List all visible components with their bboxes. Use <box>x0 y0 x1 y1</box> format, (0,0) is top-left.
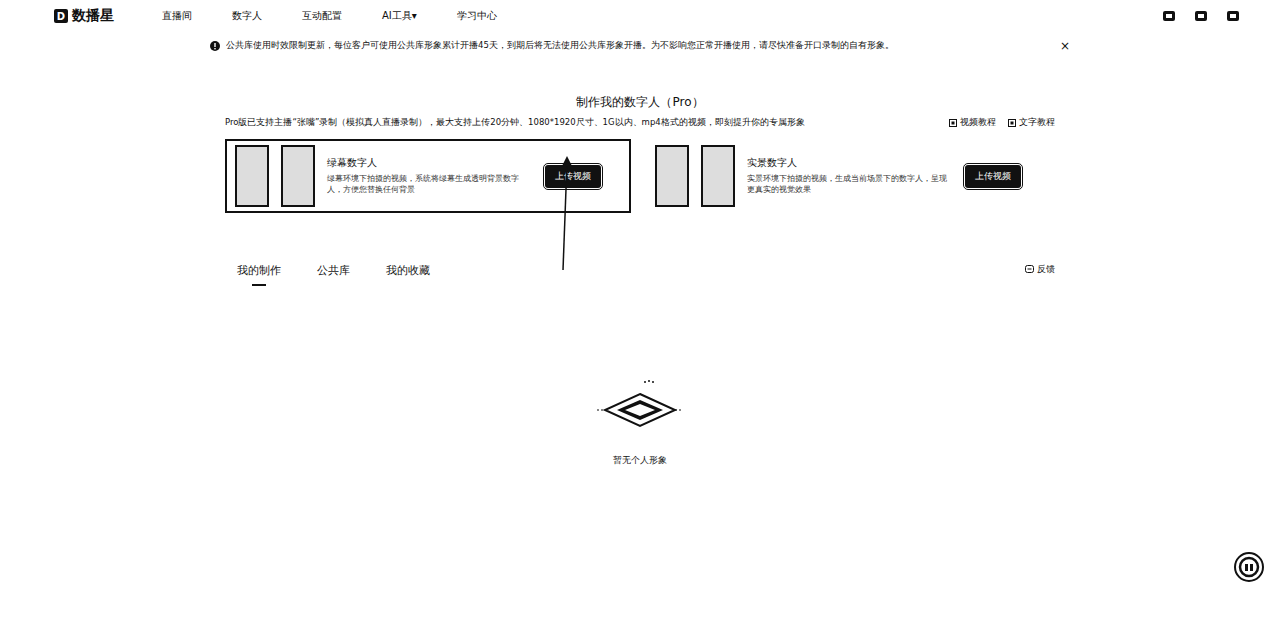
tab[interactable]: 公共库 <box>317 263 350 286</box>
user-icon[interactable] <box>1226 9 1240 23</box>
sample-image <box>235 145 269 207</box>
sample-image <box>281 145 315 207</box>
switch-icon[interactable] <box>1194 9 1208 23</box>
card-text: 绿幕数字人绿幕环境下拍摄的视频，系统将绿幕生成透明背景数字人，方便您替换任何背景 <box>327 156 533 196</box>
feedback-button[interactable]: 反馈 <box>1025 263 1055 276</box>
make-card[interactable]: 实景数字人实景环境下拍摄的视频，生成当前场景下的数字人，呈现更真实的视觉效果上传… <box>645 139 1051 213</box>
card-title: 绿幕数字人 <box>327 156 533 170</box>
tutorial-links: 视频教程文字教程 <box>949 117 1055 129</box>
tutorial-icon <box>949 119 957 127</box>
card-description: 绿幕环境下拍摄的视频，系统将绿幕生成透明背景数字人，方便您替换任何背景 <box>327 174 533 196</box>
tabs: 我的制作 公共库 我的收藏 反馈 <box>225 263 1055 286</box>
top-nav: D 数播星 直播间 数字人 互动配置 AI工具▾ 学习中心 <box>0 0 1280 32</box>
tutorial-icon <box>1008 119 1016 127</box>
feedback-icon <box>1025 265 1034 274</box>
card-text: 实景数字人实景环境下拍摄的视频，生成当前场景下的数字人，呈现更真实的视觉效果 <box>747 156 953 196</box>
page-title: 制作我的数字人（Pro） <box>225 94 1055 111</box>
sample-image <box>655 145 689 207</box>
nav-actions <box>1162 9 1240 23</box>
message-icon[interactable] <box>1162 9 1176 23</box>
annotation-arrow-icon <box>555 156 575 272</box>
tab[interactable]: 我的收藏 <box>386 263 430 286</box>
subtitle-row: Pro版已支持主播“张嘴”录制（模拟真人直播录制），最大支持上传20分钟、108… <box>225 117 1055 129</box>
notice-bar: 公共库使用时效限制更新，每位客户可使用公共库形象累计开播45天，到期后将无法使用… <box>210 36 1070 56</box>
nav-item[interactable]: 数字人 <box>232 9 262 23</box>
info-icon <box>210 41 220 51</box>
sample-image <box>701 145 735 207</box>
notice-text: 公共库使用时效限制更新，每位客户可使用公共库形象累计开播45天，到期后将无法使用… <box>226 40 1054 52</box>
empty-box-icon <box>595 376 685 436</box>
tutorial-link[interactable]: 视频教程 <box>949 117 996 129</box>
help-button[interactable] <box>1234 552 1264 582</box>
nav-item[interactable]: 学习中心 <box>457 9 497 23</box>
upload-button[interactable]: 上传视频 <box>545 165 601 188</box>
nav-item[interactable]: 直播间 <box>162 9 192 23</box>
make-card[interactable]: 绿幕数字人绿幕环境下拍摄的视频，系统将绿幕生成透明背景数字人，方便您替换任何背景… <box>225 139 631 213</box>
make-cards: 绿幕数字人绿幕环境下拍摄的视频，系统将绿幕生成透明背景数字人，方便您替换任何背景… <box>225 139 1055 213</box>
subtitle: Pro版已支持主播“张嘴”录制（模拟真人直播录制），最大支持上传20分钟、108… <box>225 117 949 129</box>
logo-text: 数播星 <box>72 7 114 25</box>
tutorial-link[interactable]: 文字教程 <box>1008 117 1055 129</box>
logo[interactable]: D 数播星 <box>54 7 114 25</box>
nav-item[interactable]: 互动配置 <box>302 9 342 23</box>
page: D 数播星 直播间 数字人 互动配置 AI工具▾ 学习中心公共库使用时效限制更新，每位客户可… <box>0 0 1280 624</box>
headset-icon <box>1234 552 1264 582</box>
upload-button[interactable]: 上传视频 <box>965 165 1021 188</box>
card-title: 实景数字人 <box>747 156 953 170</box>
empty-state: 暂无个人形象 <box>225 376 1055 467</box>
close-button[interactable]: × <box>1060 39 1070 53</box>
logo-mark: D <box>54 9 68 23</box>
main: 制作我的数字人（Pro） Pro版已支持主播“张嘴”录制（模拟真人直播录制），最大… <box>225 56 1055 467</box>
empty-text: 暂无个人形象 <box>613 454 667 467</box>
tab[interactable]: 我的制作 <box>237 263 281 286</box>
nav-item[interactable]: AI工具▾ <box>382 9 417 23</box>
card-description: 实景环境下拍摄的视频，生成当前场景下的数字人，呈现更真实的视觉效果 <box>747 174 953 196</box>
